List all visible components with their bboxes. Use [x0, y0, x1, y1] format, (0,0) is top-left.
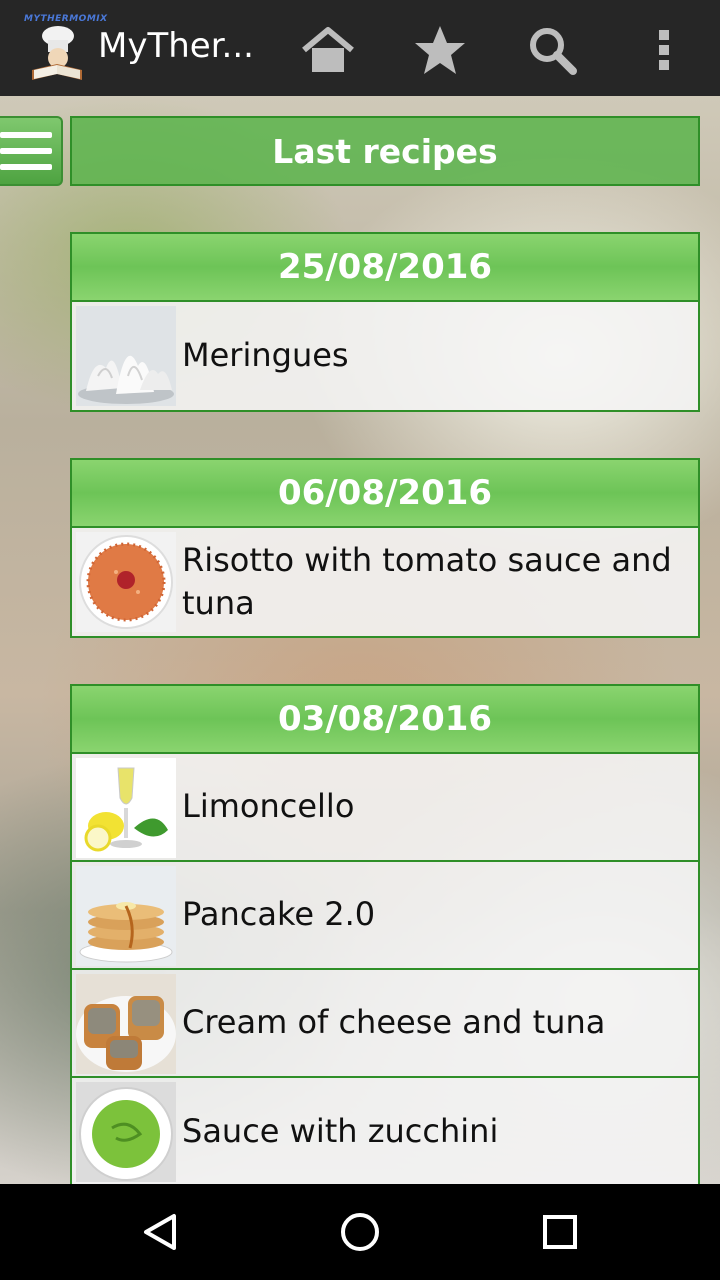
overflow-menu-button[interactable]: [636, 22, 692, 78]
pancake-thumbnail: [76, 866, 176, 966]
app-logo-icon[interactable]: [22, 14, 92, 82]
app-title: MyTher...: [98, 26, 254, 66]
recipe-title: Cream of cheese and tuna: [182, 1003, 606, 1042]
search-button[interactable]: [524, 22, 580, 78]
back-button[interactable]: [120, 1202, 200, 1262]
recipe-item[interactable]: Meringues: [72, 302, 698, 410]
group-date: 03/08/2016: [72, 686, 698, 754]
favorites-button[interactable]: [412, 22, 468, 78]
recents-icon: [543, 1215, 577, 1249]
recipe-title: Sauce with zucchini: [182, 1112, 499, 1151]
system-navigation-bar: [0, 1184, 720, 1280]
recents-button[interactable]: [520, 1202, 600, 1262]
search-icon: [530, 28, 577, 75]
overflow-menu-icon: [659, 30, 669, 70]
drawer-toggle-button[interactable]: [0, 116, 63, 186]
action-bar: MYTHERMOMIX MyTher...: [0, 0, 720, 97]
group-date: 06/08/2016: [72, 460, 698, 528]
home-button[interactable]: [300, 22, 356, 78]
group-date: 25/08/2016: [72, 234, 698, 302]
recipe-title: Limoncello: [182, 787, 355, 826]
recipe-title: Risotto with tomato sauce and tuna: [182, 540, 672, 622]
cheese-tuna-thumbnail: [76, 974, 176, 1074]
recipe-item[interactable]: Risotto with tomato sauce and tuna: [72, 528, 698, 636]
recipes-content[interactable]: Last recipes 25/08/2016 Meringues 06/08/…: [0, 96, 720, 1184]
recipe-item[interactable]: Cream of cheese and tuna: [72, 970, 698, 1078]
recipe-item[interactable]: Sauce with zucchini: [72, 1078, 698, 1184]
date-group: 03/08/2016 Limoncello Pancake 2.0 Cream …: [70, 684, 700, 1184]
recipe-item[interactable]: Pancake 2.0: [72, 862, 698, 970]
date-group: 25/08/2016 Meringues: [70, 232, 700, 412]
meringues-thumbnail: [76, 306, 176, 406]
home-icon: [302, 27, 354, 72]
back-icon: [144, 1214, 176, 1250]
home-nav-button[interactable]: [320, 1202, 400, 1262]
home-circle-icon: [341, 1213, 379, 1251]
recipe-title: Meringues: [182, 336, 349, 375]
limoncello-thumbnail: [76, 758, 176, 858]
risotto-thumbnail: [76, 532, 176, 632]
recipe-item[interactable]: Limoncello: [72, 754, 698, 862]
zucchini-sauce-thumbnail: [76, 1082, 176, 1182]
recipe-title: Pancake 2.0: [182, 895, 376, 934]
date-group: 06/08/2016 Risotto with tomato sauce and…: [70, 458, 700, 638]
star-icon: [415, 26, 465, 74]
page-title: Last recipes: [70, 116, 700, 186]
